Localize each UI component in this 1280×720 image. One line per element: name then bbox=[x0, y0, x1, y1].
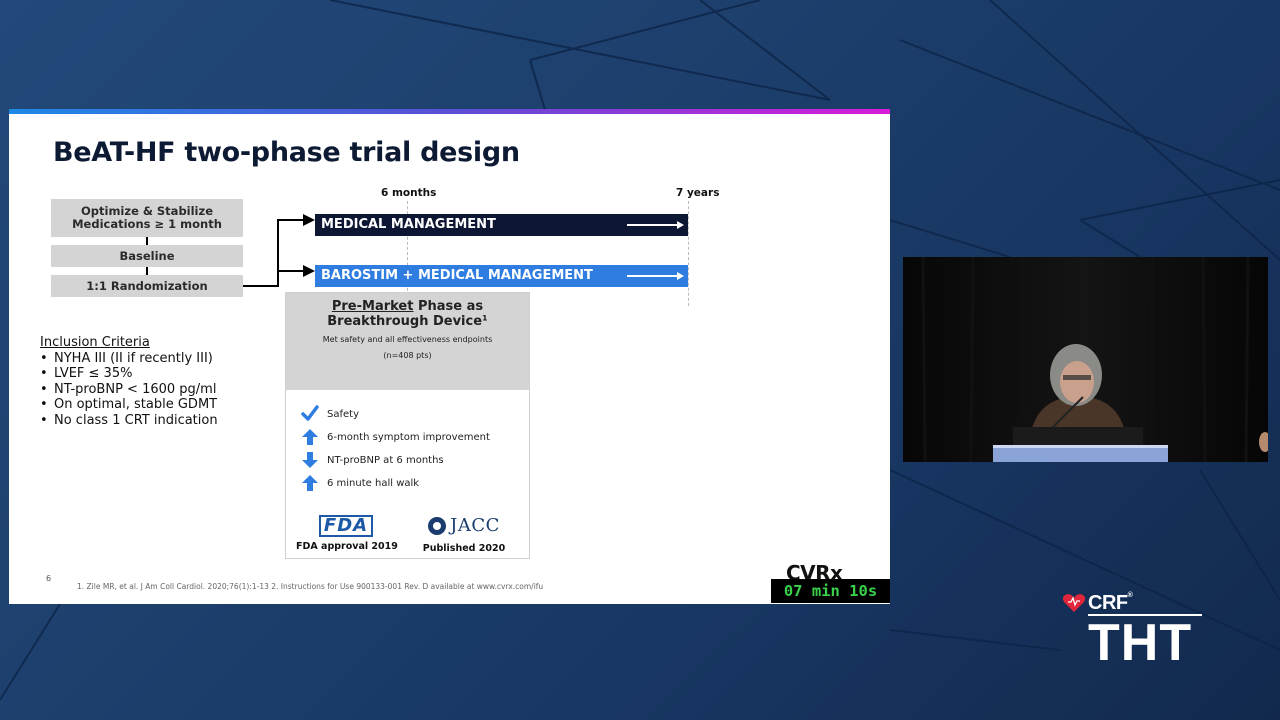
phase-title: Pre-Market Phase as Breakthrough Device¹ bbox=[327, 299, 488, 329]
crf-tht-logo: CRF® THT bbox=[1062, 590, 1202, 670]
arm-medical-management-label: MEDICAL MANAGEMENT bbox=[321, 217, 496, 232]
slide-accent-bar bbox=[9, 109, 890, 114]
endpoint-hall-walk: 6 minute hall walk bbox=[301, 474, 419, 492]
jacc-caption: Published 2020 bbox=[422, 542, 506, 554]
arrow-up-icon bbox=[302, 475, 318, 491]
checkmark-icon bbox=[301, 405, 319, 421]
inclusion-item: • No class 1 CRT indication bbox=[40, 412, 218, 428]
pre-market-phase-box: Pre-Market Phase as Breakthrough Device¹… bbox=[285, 292, 530, 559]
flow-connector bbox=[146, 237, 148, 245]
timeline-marker-7-years bbox=[688, 201, 689, 306]
speaker-image bbox=[903, 257, 1268, 462]
inclusion-criteria: Inclusion Criteria • NYHA III (II if rece… bbox=[40, 335, 218, 428]
arrow-right-icon bbox=[627, 221, 684, 229]
arrow-up-icon bbox=[302, 429, 318, 445]
endpoint-symptom: 6-month symptom improvement bbox=[301, 428, 490, 446]
phase-sample-size: (n=408 pts) bbox=[383, 351, 432, 360]
inclusion-item: • NYHA III (II if recently III) bbox=[40, 350, 213, 366]
slide-title: BeAT-HF two-phase trial design bbox=[53, 137, 520, 168]
crf-text: CRF® bbox=[1088, 591, 1133, 614]
inclusion-item: • On optimal, stable GDMT bbox=[40, 397, 218, 412]
endpoint-ntprobnp: NT-proBNP at 6 months bbox=[301, 451, 444, 469]
flow-step-optimize: Optimize & Stabilize Medications ≥ 1 mon… bbox=[51, 199, 243, 237]
flow-step-baseline: Baseline bbox=[51, 245, 243, 267]
endpoint-safety: Safety bbox=[301, 405, 359, 423]
heart-icon bbox=[1062, 594, 1086, 612]
jacc-logo: JACC bbox=[428, 515, 500, 536]
speaker-video bbox=[903, 257, 1268, 462]
jacc-seal-icon bbox=[428, 516, 447, 535]
fda-caption: FDA approval 2019 bbox=[296, 541, 398, 552]
timeline-label-7-years: 7 years bbox=[676, 187, 720, 199]
fda-logo-block: FDA FDA approval 2019 bbox=[296, 515, 398, 552]
elapsed-timer: 07 min 10s bbox=[771, 579, 890, 603]
jacc-logo-block: JACC Published 2020 bbox=[414, 515, 514, 554]
inclusion-item: • NT-proBNP < 1600 pg/ml bbox=[40, 381, 217, 397]
arrow-down-icon bbox=[302, 452, 318, 468]
flow-step-randomization: 1:1 Randomization bbox=[51, 275, 243, 297]
inclusion-item: • LVEF ≤ 35% bbox=[40, 366, 133, 381]
randomization-arrows bbox=[243, 214, 315, 287]
phase-header: Pre-Market Phase as Breakthrough Device¹… bbox=[286, 293, 529, 390]
arm-barostim-label: BAROSTIM + MEDICAL MANAGEMENT bbox=[321, 268, 593, 283]
fda-logo: FDA bbox=[318, 515, 374, 537]
phase-subtitle: Met safety and all effectiveness endpoin… bbox=[322, 335, 493, 344]
presentation-slide: BeAT-HF two-phase trial design Optimize … bbox=[9, 109, 890, 604]
slide-number: 6 bbox=[46, 574, 52, 583]
arrow-right-icon bbox=[627, 272, 684, 280]
tht-text: THT bbox=[1088, 614, 1193, 672]
references-footnote: 1. Zile MR, et al. J Am Coll Cardiol. 20… bbox=[77, 582, 544, 591]
flow-connector bbox=[146, 267, 148, 275]
inclusion-criteria-heading: Inclusion Criteria bbox=[40, 335, 150, 350]
timeline-label-6-months: 6 months bbox=[381, 187, 437, 199]
